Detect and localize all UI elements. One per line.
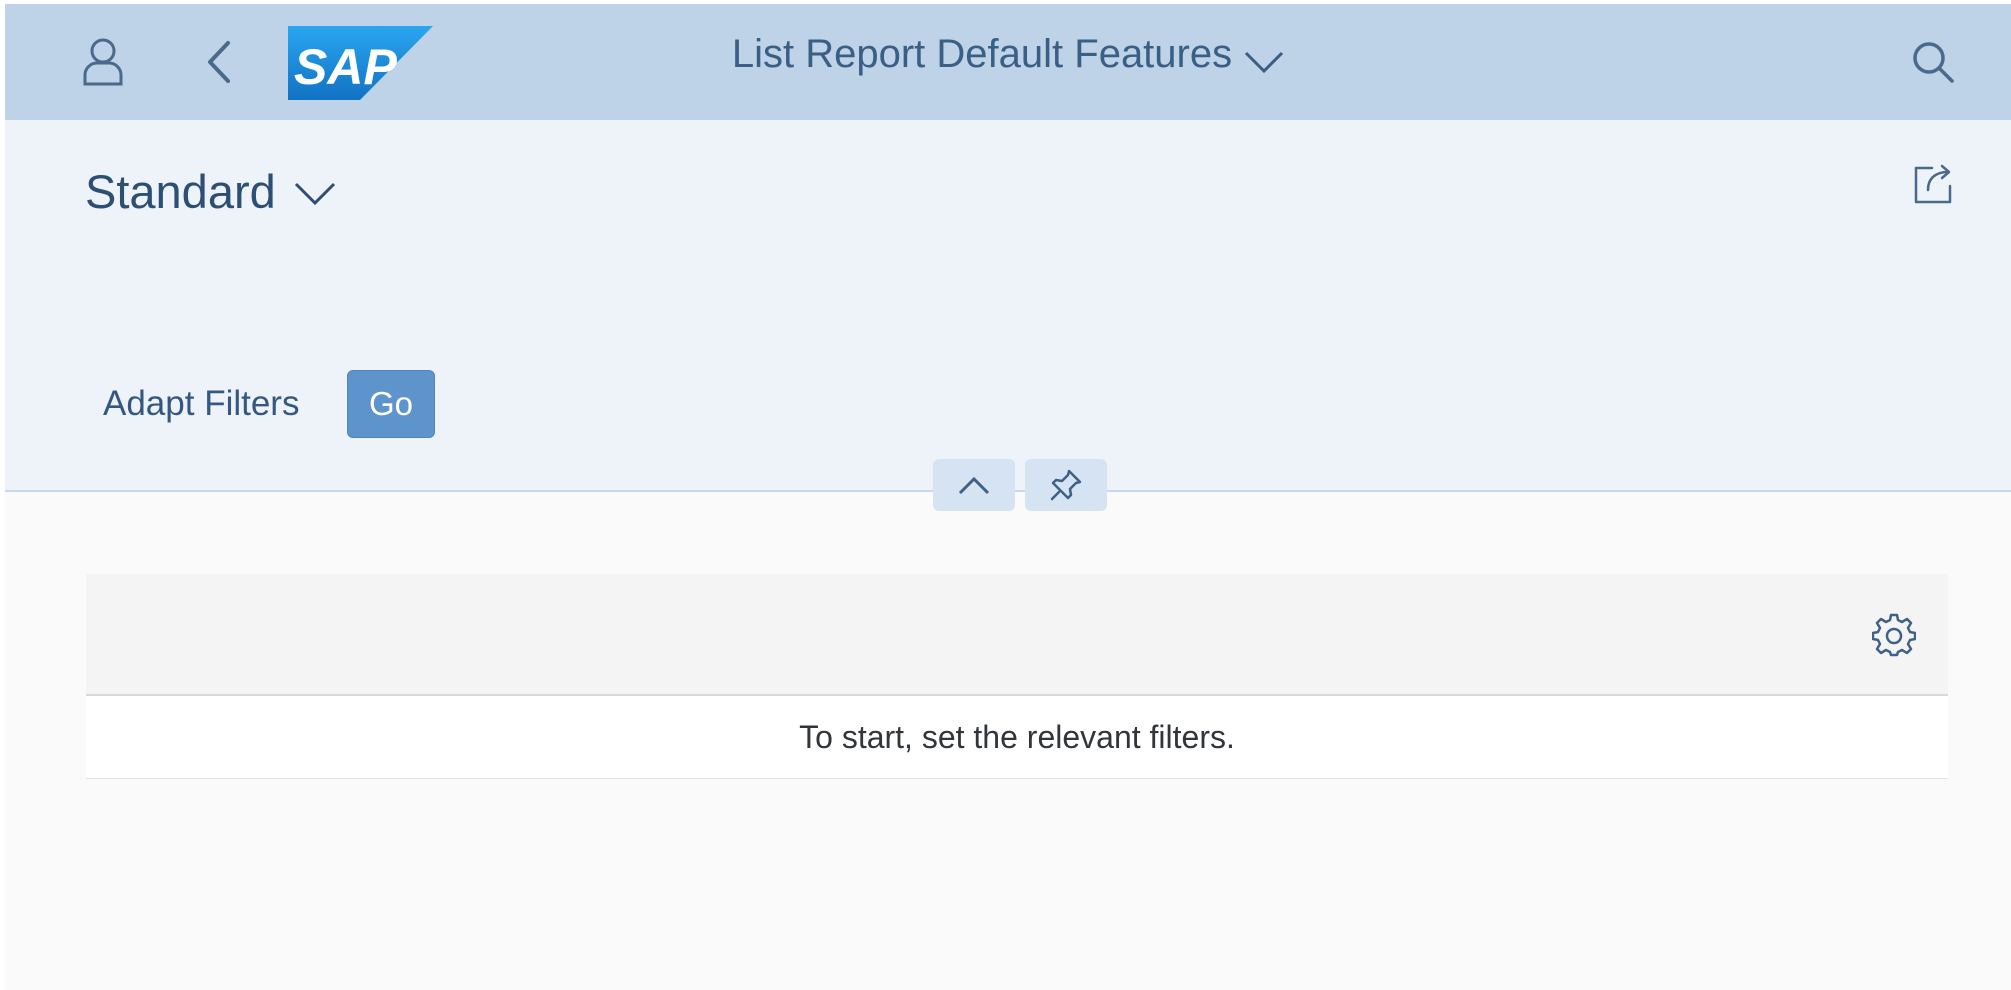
pin-header-button[interactable] bbox=[1025, 459, 1107, 511]
search-icon[interactable] bbox=[1905, 34, 1961, 90]
adapt-filters-button[interactable]: Adapt Filters bbox=[103, 384, 299, 424]
chevron-down-icon[interactable] bbox=[1244, 51, 1284, 73]
share-icon[interactable] bbox=[1910, 160, 1958, 208]
shell-title: List Report Default Features bbox=[5, 32, 2011, 77]
shell-bar: SAP List Report Default Features bbox=[5, 4, 2011, 120]
variant-selector[interactable]: Standard bbox=[85, 164, 336, 219]
collapse-header-button[interactable] bbox=[933, 459, 1015, 511]
go-button[interactable]: Go bbox=[347, 370, 435, 438]
app-title[interactable]: List Report Default Features bbox=[732, 32, 1232, 77]
chevron-down-icon bbox=[294, 182, 336, 206]
gear-icon[interactable] bbox=[1871, 612, 1917, 658]
chevron-up-icon bbox=[958, 476, 990, 495]
app-frame: SAP List Report Default Features Standar… bbox=[5, 4, 2011, 990]
pin-icon bbox=[1050, 469, 1082, 501]
variant-name: Standard bbox=[85, 165, 276, 218]
no-data-message: To start, set the relevant filters. bbox=[86, 696, 1948, 779]
table-toolbar bbox=[86, 574, 1948, 696]
page-header: Standard Adapt Filters Go bbox=[5, 120, 2011, 492]
